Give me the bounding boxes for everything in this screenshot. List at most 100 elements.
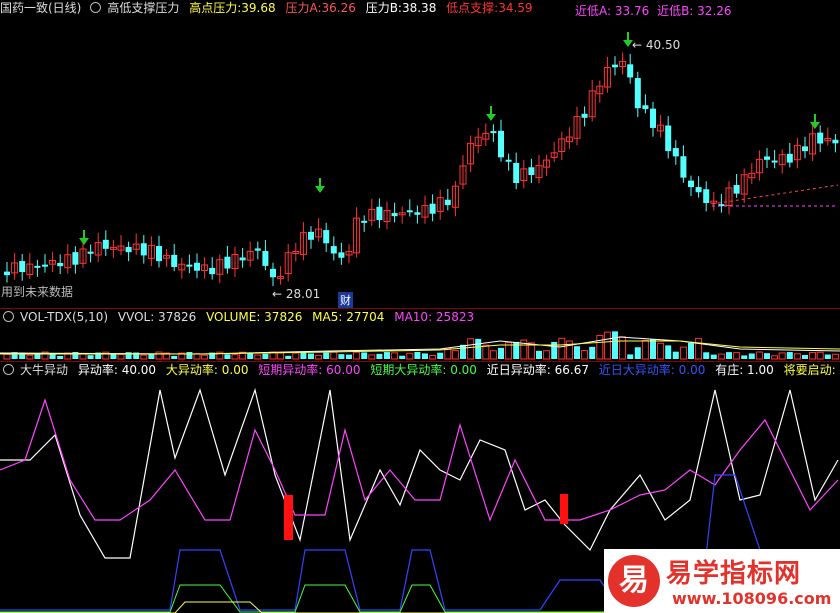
- volume-bar: [703, 352, 710, 359]
- candle-body: [330, 246, 337, 254]
- candle-body: [650, 108, 656, 128]
- volume-bar: [3, 353, 11, 360]
- volume-bar: [695, 337, 703, 360]
- volume-bar: [57, 355, 64, 359]
- short-rate-value: 短期异动率: 60.00: [258, 363, 361, 377]
- candle-body: [125, 247, 132, 253]
- volume-bar: [346, 354, 352, 359]
- volume-bar: [475, 338, 482, 359]
- candle-body: [490, 131, 497, 134]
- volume-bar: [437, 352, 444, 359]
- candle-body: [406, 210, 413, 213]
- candle-body: [695, 187, 702, 193]
- volume-bar: [536, 350, 542, 359]
- settings-icon[interactable]: [90, 2, 102, 13]
- volume-bar: [809, 351, 817, 360]
- candle-body: [186, 264, 193, 267]
- volume-bar: [376, 353, 383, 359]
- candlestick-chart[interactable]: [0, 18, 840, 308]
- volume-bar: [603, 331, 611, 360]
- candle-body: [338, 252, 345, 258]
- signal-arrow-head: [315, 186, 325, 193]
- volume-bar: [391, 352, 399, 360]
- volume-bar: [399, 355, 406, 359]
- volume-bar: [627, 354, 634, 359]
- volume-bar: [771, 355, 779, 360]
- volume-bar: [657, 342, 665, 360]
- candle-body: [209, 267, 216, 275]
- recent-low-a-label: 近低A:: [575, 4, 612, 18]
- volume-bar: [596, 334, 604, 360]
- bull-title[interactable]: 大牛异动: [20, 363, 68, 377]
- ma10-value: MA10: 25823: [394, 310, 475, 324]
- volume-bar: [665, 345, 672, 359]
- candle-body: [87, 251, 94, 254]
- volume-bar: [802, 354, 808, 359]
- candle-body: [57, 262, 64, 267]
- candle-body: [498, 130, 504, 158]
- financial-marker[interactable]: 财: [338, 292, 353, 308]
- candle-body: [224, 256, 231, 269]
- recent-low-readout: 近低A: 33.76 近低B: 32.26: [575, 2, 732, 19]
- vvol-value: VVOL: 37826: [117, 310, 197, 324]
- candle-body: [156, 246, 162, 262]
- short-big-rate-value: 短期大异动率: 0.00: [370, 363, 477, 377]
- volume-bar: [292, 352, 300, 360]
- candle-body: [733, 185, 740, 194]
- signal-bar: [560, 494, 568, 524]
- candle-body: [703, 189, 710, 203]
- candle-body: [581, 113, 588, 118]
- settings-icon[interactable]: [3, 311, 14, 322]
- volume-bar: [764, 353, 770, 359]
- candle-body: [627, 64, 634, 78]
- volume-bar: [589, 346, 596, 359]
- volume-bar: [254, 354, 262, 360]
- volume-bar: [634, 347, 641, 359]
- candle-body: [665, 125, 672, 152]
- volume-bar: [786, 352, 793, 359]
- candle-body: [612, 64, 618, 68]
- stock-name[interactable]: 国药一致(日线): [0, 1, 81, 15]
- volume-bar: [513, 341, 520, 359]
- settings-icon[interactable]: [3, 364, 14, 375]
- volume-bar: [368, 354, 376, 360]
- volume-bar: [353, 351, 361, 360]
- ma5-line: [0, 336, 840, 355]
- volume-bar: [543, 350, 551, 360]
- volume-bar: [277, 352, 285, 360]
- candle-body: [361, 220, 368, 223]
- candle-body: [444, 199, 451, 206]
- volume-bar: [414, 352, 421, 359]
- volume-bar: [338, 354, 345, 359]
- candle-body: [414, 212, 421, 215]
- volume-bar: [726, 352, 732, 359]
- candle-body: [4, 271, 10, 276]
- volume-bar: [558, 337, 566, 360]
- candle-body: [634, 78, 641, 109]
- volume-bar: [679, 346, 687, 360]
- pressure-a-label: 压力A:: [285, 1, 322, 15]
- volume-bar: [482, 344, 490, 360]
- volume-bar: [406, 352, 414, 360]
- volume-header: VOL-TDX(5,10) VVOL: 37826 VOLUME: 37826 …: [0, 309, 480, 325]
- volume-bar: [793, 353, 801, 360]
- candle-body: [19, 261, 26, 273]
- volume-bar: [201, 354, 209, 360]
- volume-bar: [741, 355, 748, 359]
- volume-title[interactable]: VOL-TDX(5,10): [20, 310, 108, 324]
- signal-bar: [284, 495, 293, 540]
- volume-bar: [755, 351, 763, 360]
- low-price-label: ← 28.01: [272, 287, 321, 301]
- volume-chart[interactable]: [0, 327, 840, 361]
- watermark-badge: 易 易学指标网 www.108096.com: [604, 549, 840, 613]
- rate-value: 异动率: 40.00: [77, 363, 157, 377]
- indicator-name[interactable]: 高低支撑压力: [107, 1, 179, 15]
- recent-rate-value: 近日异动率: 66.67: [486, 363, 589, 377]
- has-zhuang-value: 有庄: 1.00: [715, 363, 774, 377]
- kline-panel[interactable]: 国药一致(日线) 高低支撑压力 高点压力:39.68 压力A:36.26 压力B:…: [0, 0, 840, 308]
- signal-arrow-head: [79, 238, 89, 245]
- low-price-value: 28.01: [285, 287, 321, 301]
- volume-value: VOLUME: 37826: [206, 310, 303, 324]
- volume-panel[interactable]: VOL-TDX(5,10) VVOL: 37826 VOLUME: 37826 …: [0, 309, 840, 361]
- volume-bar: [581, 350, 589, 360]
